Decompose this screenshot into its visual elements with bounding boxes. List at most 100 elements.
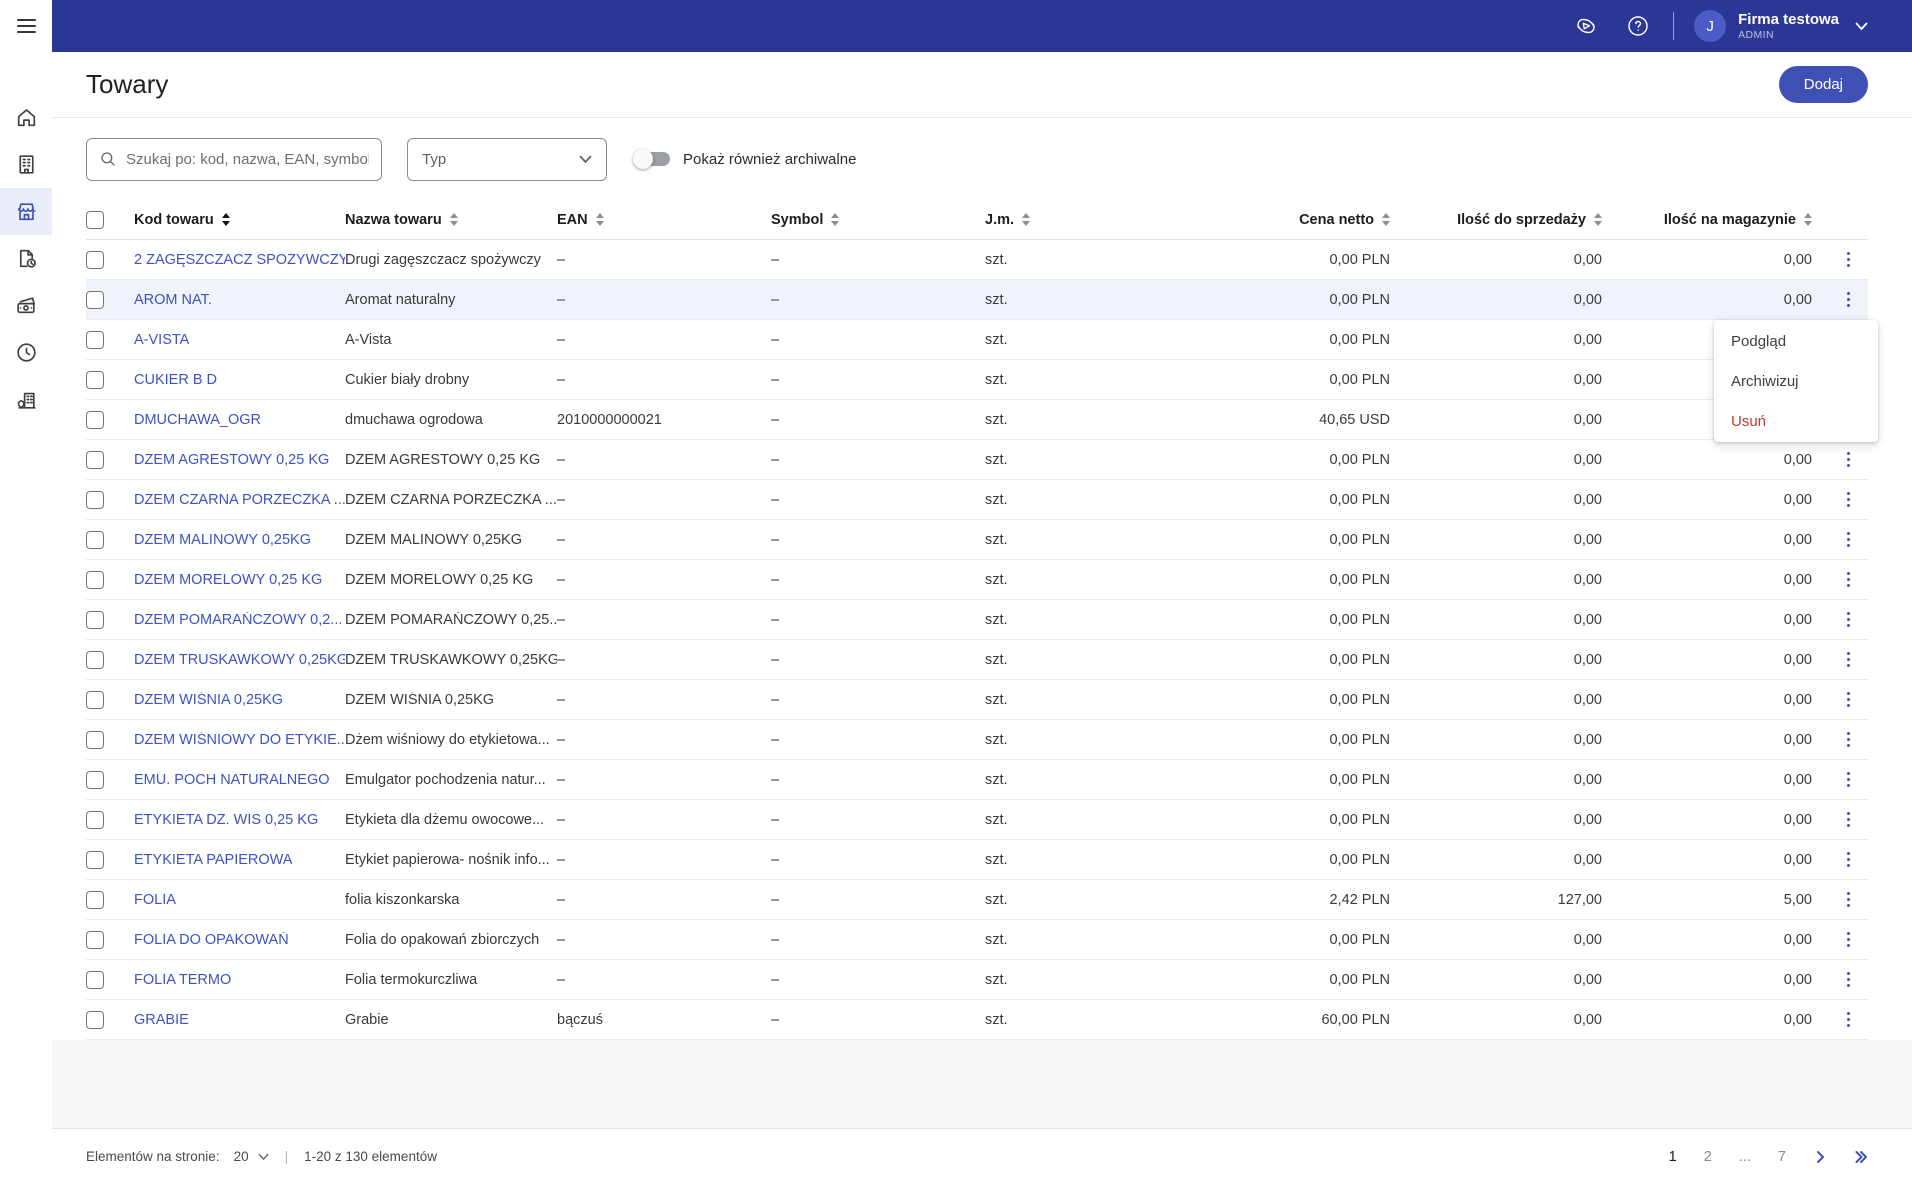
sidebar-item-history[interactable] [0,329,52,376]
product-code-link[interactable]: FOLIA DO OPAKOWAŃ [134,932,289,948]
kebab-menu-icon[interactable] [1843,848,1855,872]
row-actions-cell [1812,488,1868,512]
row-checkbox[interactable] [86,811,104,829]
page-number-7[interactable]: 7 [1778,1149,1786,1165]
product-code-link[interactable]: CUKIER B D [134,372,217,388]
product-code-link[interactable]: AROM NAT. [134,292,212,308]
product-code-link[interactable]: EMU. POCH NATURALNEGO [134,772,330,788]
product-code-link[interactable]: FOLIA [134,892,176,908]
kebab-menu-icon[interactable] [1843,888,1855,912]
row-checkbox[interactable] [86,971,104,989]
column-header-qty_stock[interactable]: Ilość na magazynie [1602,212,1812,228]
last-page-icon[interactable] [1854,1150,1868,1164]
row-checkbox[interactable] [86,531,104,549]
product-code-link[interactable]: DŻEM POMARAŃCZOWY 0,2... [134,612,342,628]
hamburger-menu-icon[interactable] [0,0,52,52]
avatar[interactable]: J [1694,10,1726,42]
integrations-icon[interactable] [1573,13,1599,39]
column-header-unit[interactable]: J.m. [985,212,1130,228]
table-row: GRABIEGrabiebączuś–szt.60,00 PLN0,000,00 [86,1000,1868,1040]
product-code-link[interactable]: DŻEM WIŚNIOWY DO ETYKIE... [134,732,345,748]
account-chevron-down-icon[interactable] [1855,22,1868,31]
product-code-link[interactable]: FOLIA TERMO [134,972,231,988]
page-number-1[interactable]: 1 [1669,1149,1677,1165]
product-code-link[interactable]: DŻEM CZARNA PORZECZKA ... [134,492,345,508]
kebab-menu-icon[interactable] [1843,768,1855,792]
row-checkbox[interactable] [86,611,104,629]
select-all-checkbox[interactable] [86,211,104,229]
kebab-menu-icon[interactable] [1843,648,1855,672]
add-button[interactable]: Dodaj [1779,66,1868,103]
row-checkbox[interactable] [86,851,104,869]
kebab-menu-icon[interactable] [1843,928,1855,952]
kebab-menu-icon[interactable] [1843,488,1855,512]
column-header-symbol[interactable]: Symbol [771,212,985,228]
archive-toggle[interactable] [636,152,670,166]
kebab-menu-icon[interactable] [1843,1008,1855,1032]
kebab-menu-icon[interactable] [1843,248,1855,272]
row-checkbox[interactable] [86,371,104,389]
row-checkbox[interactable] [86,731,104,749]
cell-price: 0,00 PLN [1130,492,1390,508]
kebab-menu-icon[interactable] [1843,688,1855,712]
row-checkbox[interactable] [86,651,104,669]
row-checkbox[interactable] [86,491,104,509]
sidebar-item-branches[interactable] [0,376,52,423]
row-checkbox[interactable] [86,891,104,909]
table-footer: Elementów na stronie: 20 | 1-20 z 130 el… [52,1128,1912,1184]
product-code-link[interactable]: DŻEM MALINOWY 0,25KG [134,532,311,548]
context-menu-item-archiwizuj[interactable]: Archiwizuj [1714,361,1878,401]
page-number-2[interactable]: 2 [1704,1149,1712,1165]
table-row: DŻEM TRUSKAWKOWY 0,25KGDŻEM TRUSKAWKOWY … [86,640,1868,680]
row-checkbox[interactable] [86,931,104,949]
sidebar-item-home[interactable] [0,94,52,141]
banknotes-icon [14,293,39,318]
row-checkbox[interactable] [86,331,104,349]
product-code-link[interactable]: DŻEM TRUSKAWKOWY 0,25KG [134,652,345,668]
context-menu-item-podgląd[interactable]: Podgląd [1714,321,1878,361]
sidebar-item-company[interactable] [0,141,52,188]
page-ellipsis: ... [1739,1149,1751,1165]
type-dropdown[interactable]: Typ [407,138,607,181]
context-menu-item-usuń[interactable]: Usuń [1714,401,1878,441]
row-checkbox[interactable] [86,411,104,429]
kebab-menu-icon[interactable] [1843,808,1855,832]
product-code-link[interactable]: A-VISTA [134,332,189,348]
product-code-link[interactable]: DMUCHAWA_OGR [134,412,261,428]
product-code-link[interactable]: DŻEM AGRESTOWY 0,25 KG [134,452,329,468]
help-icon[interactable] [1625,13,1651,39]
row-checkbox-cell [86,931,134,949]
column-header-qty_sale[interactable]: Ilość do sprzedaży [1390,212,1602,228]
row-checkbox[interactable] [86,1011,104,1029]
row-checkbox[interactable] [86,691,104,709]
per-page-select[interactable]: 20 [234,1149,269,1164]
kebab-menu-icon[interactable] [1843,448,1855,472]
kebab-menu-icon[interactable] [1843,528,1855,552]
row-checkbox[interactable] [86,291,104,309]
kebab-menu-icon[interactable] [1843,288,1855,312]
row-checkbox[interactable] [86,771,104,789]
product-code-link[interactable]: ETYKIETA PAPIEROWA [134,852,292,868]
product-code-link[interactable]: DŻEM MORELOWY 0,25 KG [134,572,322,588]
row-checkbox[interactable] [86,571,104,589]
kebab-menu-icon[interactable] [1843,728,1855,752]
sidebar-item-documents[interactable] [0,235,52,282]
column-header-ean[interactable]: EAN [557,212,771,228]
row-checkbox[interactable] [86,251,104,269]
column-header-price[interactable]: Cena netto [1130,212,1390,228]
sidebar-item-products[interactable] [0,188,52,235]
kebab-menu-icon[interactable] [1843,608,1855,632]
search-input[interactable] [126,151,369,168]
column-header-code[interactable]: Kod towaru [134,212,345,228]
column-header-name[interactable]: Nazwa towaru [345,212,557,228]
row-checkbox[interactable] [86,451,104,469]
product-code-link[interactable]: GRABIE [134,1012,189,1028]
product-code-link[interactable]: 2 ZAGĘSZCZACZ SPOŻYWCZY [134,252,345,268]
kebab-menu-icon[interactable] [1843,968,1855,992]
row-actions-cell [1812,648,1868,672]
kebab-menu-icon[interactable] [1843,568,1855,592]
next-page-icon[interactable] [1813,1150,1827,1164]
product-code-link[interactable]: DŻEM WIŚNIA 0,25KG [134,692,283,708]
sidebar-item-payments[interactable] [0,282,52,329]
product-code-link[interactable]: ETYKIETA DŻ. WIS 0,25 KG [134,812,318,828]
